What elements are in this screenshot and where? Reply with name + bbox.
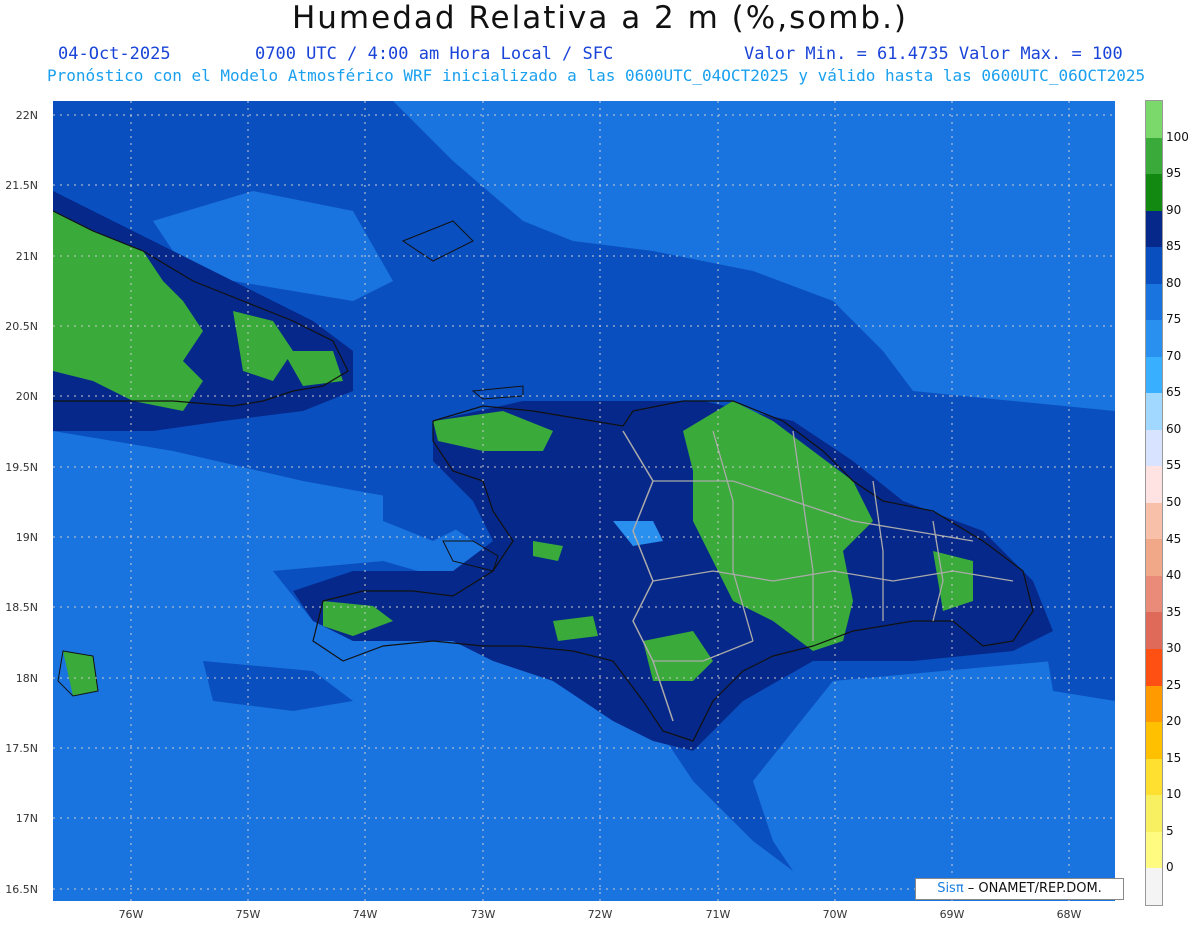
colorbar-swatch [1146,868,1162,905]
lat-label: 18.5N [5,601,38,614]
lon-label: 70W [822,908,848,921]
colorbar-swatch [1146,320,1162,357]
lon-label: 74W [352,908,378,921]
colorbar-swatch [1146,575,1162,613]
colorbar-swatch [1146,101,1162,138]
lon-label: 73W [470,908,496,921]
lat-label: 20.5N [5,320,38,333]
colorbar-swatch [1146,831,1162,869]
colorbar-swatch [1146,174,1162,211]
forecast-description: Pronóstico con el Modelo Atmosférico WRF… [47,66,1146,85]
lat-label: 20N [15,390,38,403]
colorbar-swatch [1146,648,1162,686]
colorbar-swatch [1146,722,1162,759]
forecast-date: 04-Oct-2025 [58,44,171,64]
colorbar-label: 75 [1166,312,1182,327]
lon-label: 69W [939,908,965,921]
colorbar-swatch [1146,429,1162,467]
colorbar [1145,100,1163,906]
colorbar-label: 15 [1166,750,1182,765]
lat-label: 22N [15,109,38,122]
colorbar-swatch [1146,612,1162,649]
map-title: Humedad Relativa a 2 m (%,somb.) [291,0,909,36]
value-min-max: Valor Min. = 61.4735 Valor Max. = 100 [744,44,1123,64]
colorbar-swatch [1146,685,1162,723]
lat-label: 19N [15,531,38,544]
colorbar-swatch [1146,283,1162,321]
colorbar-swatch [1146,795,1162,832]
colorbar-swatch [1146,539,1162,576]
colorbar-label: 20 [1166,714,1182,729]
coastline-tortuga [471,385,524,400]
lat-label: 16.5N [5,883,38,896]
humidity-region-75 [753,661,1115,901]
colorbar-label: 50 [1166,495,1182,509]
lat-label: 17N [15,812,38,825]
colorbar-label: 40 [1166,568,1182,583]
colorbar-label: 70 [1166,348,1182,363]
colorbar-label: 45 [1166,531,1182,546]
colorbar-label: 100 [1166,129,1189,144]
credit-brand: Sisπ [937,881,964,896]
colorbar-swatch [1146,210,1162,248]
lat-label: 18N [15,672,38,685]
map-canvas [53,101,1115,901]
lat-label: 17.5N [5,742,38,755]
colorbar-label: 25 [1166,677,1182,692]
colorbar-label: 0 [1166,860,1174,875]
colorbar-swatch [1146,356,1162,394]
coastline-inagua [401,220,474,262]
colorbar-label: 80 [1166,275,1182,290]
colorbar-label: 95 [1166,166,1182,181]
colorbar-swatch [1146,466,1162,503]
colorbar-label: 65 [1166,385,1182,400]
lat-label: 19.5N [5,461,38,474]
colorbar-label: 35 [1166,604,1182,619]
lon-label: 75W [235,908,261,921]
colorbar-label: 90 [1166,202,1182,217]
colorbar-label: 10 [1166,787,1182,802]
colorbar-label: 60 [1166,421,1182,436]
lon-label: 68W [1056,908,1082,921]
colorbar-label: 30 [1166,641,1182,656]
colorbar-swatch [1146,137,1162,175]
lon-label: 76W [118,908,144,921]
credit-box: Sisπ – ONAMET/REP.DOM. [915,878,1124,900]
lat-label: 21N [15,250,38,263]
humidity-map [53,101,1115,901]
lon-label: 71W [705,908,731,921]
colorbar-swatch [1146,502,1162,540]
lat-label: 21.5N [5,179,38,192]
colorbar-label: 85 [1166,239,1182,254]
forecast-time: 0700 UTC / 4:00 am Hora Local / SFC [255,44,614,64]
colorbar-swatch [1146,247,1162,284]
colorbar-label: 5 [1166,823,1174,838]
credit-text: – ONAMET/REP.DOM. [963,881,1102,896]
colorbar-label: 55 [1166,458,1182,473]
lon-label: 72W [587,908,613,921]
colorbar-swatch [1146,758,1162,796]
colorbar-swatch [1146,393,1162,430]
